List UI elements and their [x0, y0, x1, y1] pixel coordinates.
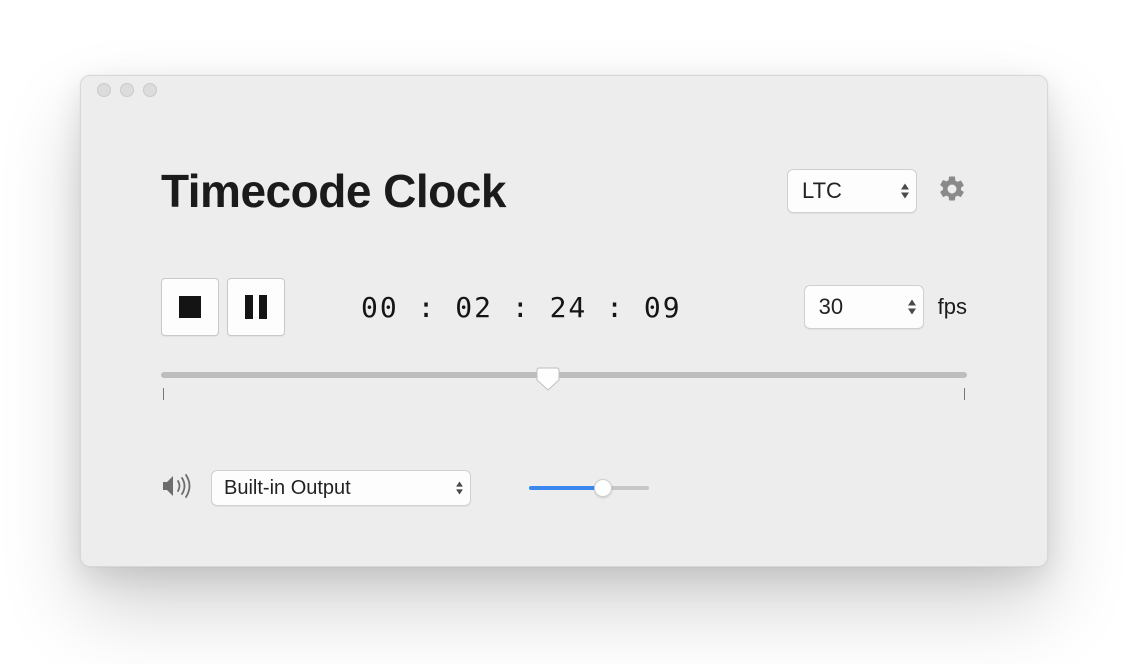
close-window-button[interactable]: [97, 83, 111, 97]
pause-icon: [245, 295, 267, 319]
volume-slider[interactable]: [529, 486, 649, 490]
titlebar: [81, 76, 1047, 104]
fps-select-value: 30: [819, 294, 843, 320]
volume-thumb[interactable]: [594, 479, 612, 497]
mode-select-value: LTC: [802, 178, 842, 204]
volume-fill: [529, 486, 603, 490]
transport-buttons: [161, 278, 285, 336]
stop-button[interactable]: [161, 278, 219, 336]
timeline-ticks: [161, 388, 967, 400]
transport-row: 00 : 02 : 24 : 09 30 fps: [161, 278, 967, 336]
stepper-arrows-icon: [455, 482, 464, 495]
settings-button[interactable]: [937, 174, 967, 209]
timeline-tick-end: [964, 388, 965, 400]
zoom-window-button[interactable]: [143, 83, 157, 97]
timeline-area: [161, 372, 967, 400]
fps-select[interactable]: 30: [804, 285, 924, 329]
app-window: Timecode Clock LTC: [80, 75, 1048, 567]
mode-select[interactable]: LTC: [787, 169, 917, 213]
stepper-arrows-icon: [907, 300, 917, 315]
timeline-thumb[interactable]: [535, 366, 561, 397]
content-area: Timecode Clock LTC: [81, 104, 1047, 566]
pause-button[interactable]: [227, 278, 285, 336]
timecode-display: 00 : 02 : 24 : 09: [361, 291, 804, 324]
app-title: Timecode Clock: [161, 164, 506, 218]
minimize-window-button[interactable]: [120, 83, 134, 97]
volume-area: [529, 486, 649, 490]
header-controls: LTC: [787, 169, 967, 213]
speaker-icon: [161, 473, 193, 504]
fps-label: fps: [938, 294, 967, 320]
stop-icon: [179, 296, 201, 318]
fps-area: 30 fps: [804, 285, 967, 329]
audio-output-select[interactable]: Built-in Output: [211, 470, 471, 506]
timeline-tick-start: [163, 388, 164, 400]
audio-row: Built-in Output: [161, 470, 967, 506]
header-row: Timecode Clock LTC: [161, 164, 967, 218]
audio-output-value: Built-in Output: [224, 477, 351, 500]
timeline-slider[interactable]: [161, 372, 967, 378]
stepper-arrows-icon: [900, 184, 910, 199]
